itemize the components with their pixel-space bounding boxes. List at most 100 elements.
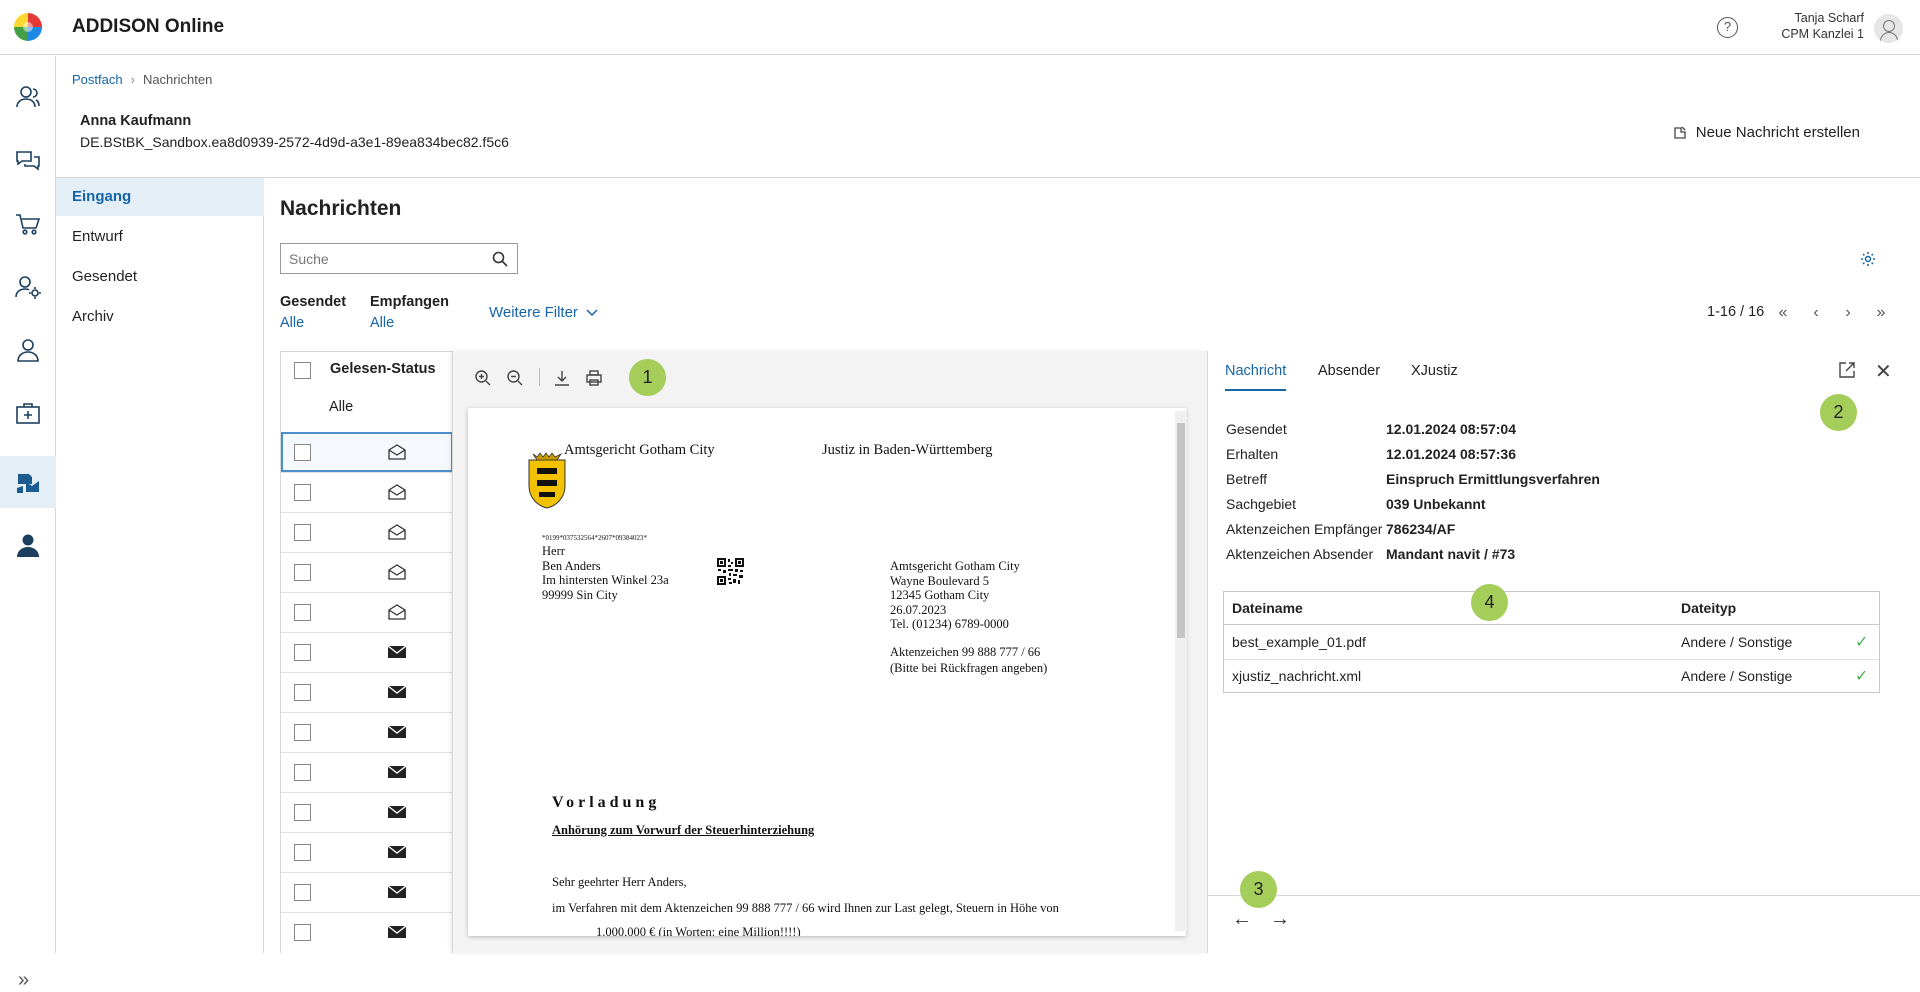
table-row[interactable]	[281, 472, 453, 512]
subnav-item-gesendet[interactable]: Gesendet	[56, 258, 264, 296]
detail-field-value: 12.01.2024 08:57:36	[1386, 446, 1516, 462]
previous-message-arrow-icon[interactable]: ←	[1232, 908, 1252, 931]
attachment-row[interactable]: xjustiz_nachricht.xml Andere / Sonstige …	[1224, 660, 1879, 694]
table-row[interactable]	[281, 752, 453, 792]
search-input[interactable]	[281, 244, 481, 273]
envelope-open-icon	[387, 524, 407, 544]
row-checkbox[interactable]	[294, 804, 311, 821]
row-checkbox[interactable]	[294, 724, 311, 741]
tab-xjustiz[interactable]: XJustiz	[1411, 363, 1458, 389]
row-checkbox[interactable]	[294, 764, 311, 781]
table-row[interactable]	[281, 872, 453, 912]
detail-field-value: Einspruch Ermittlungsverfahren	[1386, 471, 1600, 487]
print-icon[interactable]	[585, 369, 603, 387]
subnav-item-eingang[interactable]: Eingang	[56, 178, 264, 216]
attachment-row[interactable]: best_example_01.pdf Andere / Sonstige ✓	[1224, 626, 1879, 660]
attachment-filetype: Andere / Sonstige	[1681, 668, 1793, 684]
row-checkbox[interactable]	[294, 604, 311, 621]
annotation-badge-4: 4	[1471, 584, 1508, 621]
row-checkbox[interactable]	[294, 924, 311, 941]
more-filters-button[interactable]: Weitere Filter	[489, 304, 598, 321]
subnav-item-entwurf[interactable]: Entwurf	[56, 218, 264, 256]
column-header-read-status[interactable]: Gelesen-Status	[330, 361, 436, 377]
row-checkbox[interactable]	[294, 844, 311, 861]
scrollbar-thumb[interactable]	[1177, 423, 1185, 638]
settings-gear-icon[interactable]	[1860, 251, 1876, 267]
select-all-checkbox[interactable]	[294, 362, 311, 379]
attachments-table: Dateiname Dateityp best_example_01.pdf A…	[1223, 591, 1880, 693]
new-message-label: Neue Nachricht erstellen	[1695, 124, 1860, 141]
table-row[interactable]	[281, 512, 453, 552]
nav-account-icon[interactable]	[0, 519, 56, 571]
table-row[interactable]	[281, 712, 453, 752]
nav-chat-icon[interactable]	[0, 135, 56, 187]
tab-nachricht[interactable]: Nachricht	[1225, 363, 1287, 391]
first-page-icon[interactable]: «	[1772, 302, 1794, 324]
help-icon[interactable]: ?	[1717, 17, 1738, 38]
table-row[interactable]	[281, 592, 453, 632]
next-page-icon[interactable]: ›	[1837, 302, 1859, 324]
addison-logo-icon[interactable]	[14, 13, 42, 41]
checkmark-icon: ✓	[1855, 634, 1869, 651]
envelope-closed-icon	[387, 684, 407, 704]
nav-person-icon[interactable]	[0, 324, 56, 376]
chevron-down-icon	[586, 308, 598, 316]
table-row[interactable]	[281, 792, 453, 832]
doc-body-line: im Verfahren mit dem Aktenzeichen 99 888…	[552, 901, 1059, 915]
open-external-icon[interactable]	[1838, 361, 1856, 379]
doc-heading: Vorladung	[552, 794, 661, 811]
row-checkbox[interactable]	[294, 564, 311, 581]
app-title: ADDISON Online	[72, 16, 225, 37]
doc-sender-line: Wayne Boulevard 5	[890, 573, 989, 588]
table-row[interactable]	[281, 912, 453, 952]
nav-mailbox-icon[interactable]	[0, 456, 56, 508]
avatar[interactable]	[1874, 14, 1903, 43]
nav-shop-icon[interactable]	[0, 198, 56, 250]
search-icon[interactable]	[492, 251, 508, 267]
subnav-item-archiv[interactable]: Archiv	[56, 298, 264, 336]
table-row[interactable]	[281, 432, 453, 472]
attachment-filename[interactable]: xjustiz_nachricht.xml	[1232, 668, 1361, 684]
row-checkbox[interactable]	[294, 444, 311, 461]
search-box[interactable]	[280, 243, 518, 274]
last-page-icon[interactable]: »	[1870, 302, 1892, 324]
row-checkbox[interactable]	[294, 524, 311, 541]
column-header-filename[interactable]: Dateiname	[1232, 600, 1303, 616]
row-checkbox[interactable]	[294, 644, 311, 661]
detail-field-value: 039 Unbekannt	[1386, 496, 1486, 512]
nav-user-settings-icon[interactable]	[0, 261, 56, 313]
annotation-badge-3: 3	[1240, 871, 1277, 908]
next-message-arrow-icon[interactable]: →	[1270, 908, 1290, 931]
tab-absender[interactable]: Absender	[1318, 363, 1380, 389]
download-icon[interactable]	[553, 369, 571, 387]
new-message-button[interactable]: Neue Nachricht erstellen	[1672, 124, 1860, 141]
breadcrumb-postfach[interactable]: Postfach	[72, 72, 123, 87]
nav-medical-case-icon[interactable]	[0, 387, 56, 439]
table-row[interactable]	[281, 672, 453, 712]
row-checkbox[interactable]	[294, 484, 311, 501]
expand-nav-icon[interactable]: »	[18, 969, 29, 992]
table-row[interactable]	[281, 552, 453, 592]
envelope-closed-icon	[387, 804, 407, 824]
filter-empfangen-value[interactable]: Alle	[370, 315, 394, 331]
zoom-out-icon[interactable]	[506, 369, 524, 387]
left-nav: »	[0, 56, 56, 991]
doc-recipient-line: Ben Anders	[542, 558, 601, 573]
viewer-scrollbar[interactable]	[1175, 411, 1187, 931]
nav-clients-icon[interactable]	[0, 71, 56, 123]
new-message-icon	[1674, 126, 1686, 139]
table-row[interactable]	[281, 632, 453, 672]
row-checkbox[interactable]	[294, 884, 311, 901]
zoom-in-icon[interactable]	[474, 369, 492, 387]
read-status-filter[interactable]: Alle	[329, 399, 353, 415]
close-icon[interactable]: ✕	[1875, 359, 1892, 384]
attachment-filetype: Andere / Sonstige	[1681, 634, 1793, 650]
table-row[interactable]	[281, 832, 453, 872]
column-header-filetype[interactable]: Dateityp	[1681, 600, 1736, 616]
row-checkbox[interactable]	[294, 684, 311, 701]
toolbar-divider	[539, 368, 540, 386]
filter-gesendet-value[interactable]: Alle	[280, 315, 304, 331]
prev-page-icon[interactable]: ‹	[1805, 302, 1827, 324]
attachment-filename[interactable]: best_example_01.pdf	[1232, 634, 1366, 650]
user-info[interactable]: Tanja Scharf CPM Kanzlei 1	[1781, 10, 1864, 42]
